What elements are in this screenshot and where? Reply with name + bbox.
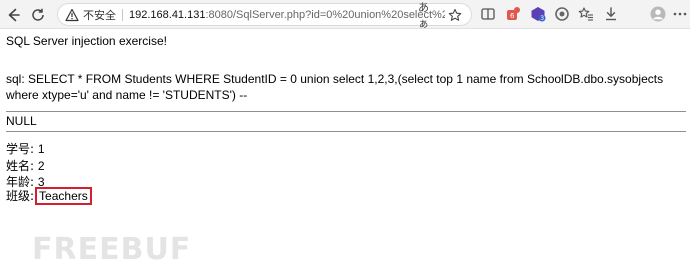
back-icon <box>8 8 20 22</box>
divider-bottom <box>6 131 686 132</box>
freebuf-watermark: FREEBUF <box>32 232 191 267</box>
address-bar[interactable]: 不安全 192.168.41.131:8080/SqlServer.php?id… <box>57 2 472 30</box>
back-button[interactable] <box>2 4 24 26</box>
field-row-id: 学号: 1 <box>6 140 45 157</box>
field-value: 2 <box>37 159 45 173</box>
browser-toolbar: 不安全 192.168.41.131:8080/SqlServer.php?id… <box>0 0 690 30</box>
highlighted-value: Teachers <box>35 187 92 205</box>
field-label: 班级: <box>6 189 35 203</box>
address-divider <box>122 8 123 21</box>
url-host: 192.168.41.131 <box>129 8 206 21</box>
field-label: 姓名: <box>6 159 35 173</box>
url-path: :8080/SqlServer.php?id=0%20union%20selec… <box>205 8 445 21</box>
watermark-text: FREEBUF <box>32 232 192 267</box>
page-title: SQL Server injection exercise! <box>6 34 167 48</box>
settings-icon[interactable] <box>554 6 570 22</box>
favorite-star-icon[interactable] <box>448 8 462 22</box>
collections-icon[interactable]: 3 <box>530 6 546 22</box>
svg-text:6: 6 <box>510 12 515 20</box>
downloads-icon[interactable] <box>603 6 619 22</box>
reader-mode-icon[interactable]: あぁ <box>418 2 432 30</box>
profile-icon[interactable] <box>650 6 666 22</box>
field-label: 学号: <box>6 142 35 156</box>
svg-text:3: 3 <box>540 15 544 22</box>
menu-icon[interactable] <box>672 6 688 22</box>
null-result: NULL <box>6 114 37 128</box>
favorites-icon[interactable] <box>578 6 594 22</box>
refresh-icon <box>32 8 44 21</box>
field-row-name: 姓名: 2 <box>6 157 45 174</box>
refresh-button[interactable] <box>27 4 49 26</box>
sql-query-text: sql: SELECT * FROM Students WHERE Studen… <box>6 72 664 102</box>
split-screen-icon[interactable] <box>480 6 496 22</box>
divider-top <box>6 111 686 112</box>
url-text[interactable]: 192.168.41.131:8080/SqlServer.php?id=0%2… <box>129 9 445 21</box>
field-row-class: 班级: Teachers <box>6 187 92 205</box>
field-value: 1 <box>37 142 45 156</box>
insecure-label[interactable]: 不安全 <box>83 7 116 23</box>
extension-icon[interactable]: 6 <box>505 6 521 22</box>
warning-icon <box>65 8 79 21</box>
